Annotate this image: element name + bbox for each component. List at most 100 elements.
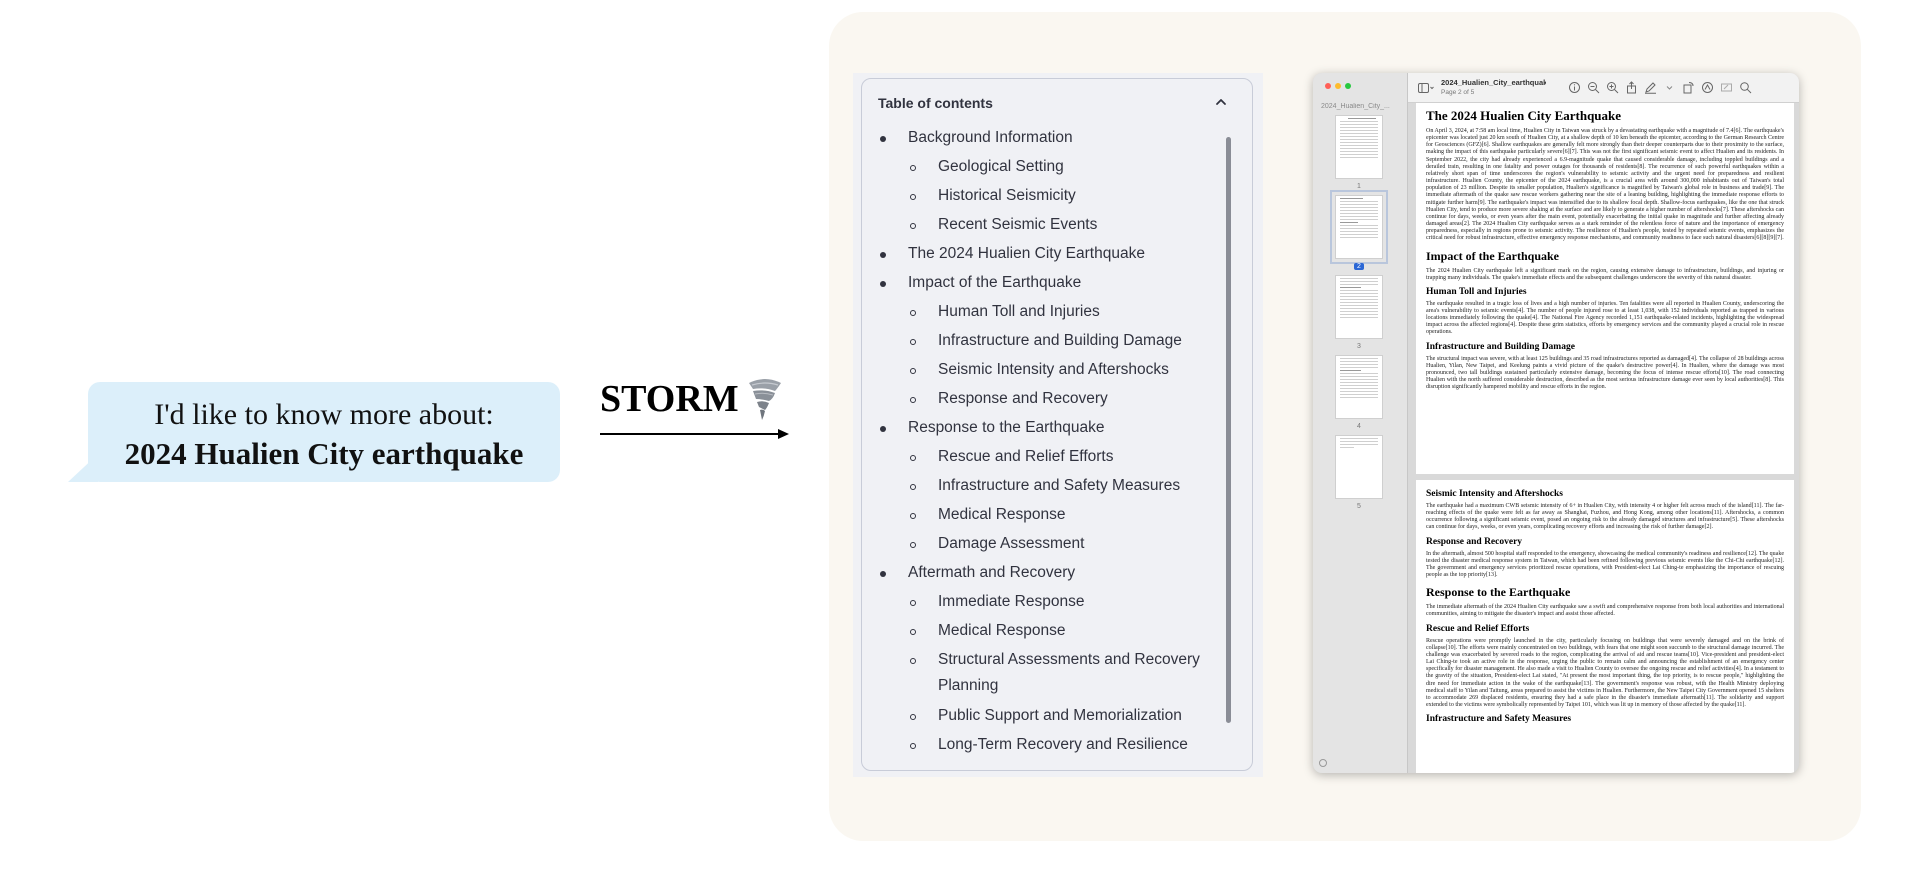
bullet-icon [910, 513, 916, 519]
bullet-icon [910, 165, 916, 171]
sidebar-toggle-icon[interactable] [1418, 83, 1434, 93]
sidebar-file-name: 2024_Hualien_City_... [1321, 103, 1390, 110]
markup-pen-icon[interactable] [1644, 81, 1657, 94]
paragraph: The immediate aftermath of the 2024 Hual… [1426, 604, 1784, 618]
toc-subsection-item[interactable]: Recent Seismic Events [862, 210, 1232, 239]
bullet-icon [880, 252, 886, 258]
form-icon[interactable] [1720, 81, 1733, 94]
page-thumbnail-2[interactable] [1330, 190, 1388, 264]
paragraph: The earthquake had a maximum CWB seismic… [1426, 503, 1784, 531]
paragraph: In the aftermath, almost 500 hospital st… [1426, 550, 1784, 579]
toc-item-label: Medical Response [938, 506, 1066, 523]
toc-item-label: Background Information [908, 129, 1073, 146]
subsection-heading: Response and Recovery [1426, 536, 1523, 547]
toc-subsection-item[interactable]: Public Support and Memorialization [862, 701, 1232, 730]
toc-subsection-item[interactable]: Medical Response [862, 500, 1232, 529]
section-heading: Impact of the Earthquake [1426, 248, 1560, 263]
paragraph: On April 3, 2024, at 7:58 am local time,… [1426, 128, 1784, 242]
toc-subsection-item[interactable]: Infrastructure and Safety Measures [862, 471, 1232, 500]
toc-subsection-item[interactable]: Rescue and Relief Efforts [862, 442, 1232, 471]
toc-subsection-item[interactable]: Structural Assessments and Recovery Plan… [862, 645, 1232, 701]
subsection-heading: Infrastructure and Building Damage [1426, 341, 1575, 352]
chevron-down-icon[interactable] [1663, 81, 1676, 94]
subsection-heading: Rescue and Relief Efforts [1426, 623, 1530, 634]
zoom-out-icon[interactable] [1587, 81, 1600, 94]
toc-section-item[interactable]: Response to the Earthquake [862, 413, 1232, 442]
page-thumbnail-4[interactable] [1335, 355, 1383, 419]
search-icon[interactable] [1739, 81, 1752, 94]
arrow-right [600, 429, 789, 439]
toc-section-item[interactable]: The 2024 Hualien City Earthquake [862, 239, 1232, 268]
toc-item-label: Aftermath and Recovery [908, 564, 1076, 581]
toc-subsection-item[interactable]: Human Toll and Injuries [862, 297, 1232, 326]
toc-item-label: Seismic Intensity and Aftershocks [938, 361, 1169, 378]
bullet-icon [910, 368, 916, 374]
toc-section-item[interactable]: Impact of the Earthquake [862, 268, 1232, 297]
table-of-contents: Table of contents Background Information… [861, 78, 1253, 771]
paragraph: The structural impact was severe, with a… [1426, 355, 1784, 391]
thumbnail-number: 4 [1357, 423, 1361, 430]
bullet-icon [910, 714, 916, 720]
thumbnail-number: 3 [1357, 343, 1361, 350]
toc-item-label: The 2024 Hualien City Earthquake [908, 245, 1145, 262]
page-indicator: Page 2 of 5 [1441, 89, 1475, 96]
prompt-bubble: I'd like to know more about: 2024 Hualie… [68, 382, 560, 482]
share-icon[interactable] [1625, 81, 1638, 94]
thumbnail-number: 5 [1357, 503, 1361, 510]
pdf-page: The 2024 Hualien City Earthquake On Apri… [1416, 103, 1794, 474]
section-heading: The 2024 Hualien City Earthquake [1426, 108, 1622, 123]
paragraph: The earthquake resulted in a tragic loss… [1426, 300, 1784, 336]
toc-scrollbar[interactable] [1226, 137, 1231, 723]
toc-title: Table of contents [878, 95, 993, 111]
toc-subsection-item[interactable]: Seismic Intensity and Aftershocks [862, 355, 1232, 384]
prompt-topic: 2024 Hualien City earthquake [124, 436, 524, 471]
pdf-page: Seismic Intensity and Aftershocks The ea… [1416, 480, 1794, 773]
toc-section-item[interactable]: Aftermath and Recovery [862, 558, 1232, 587]
toc-subsection-item[interactable]: Immediate Response [862, 587, 1232, 616]
sidebar-options-icon[interactable] [1319, 759, 1327, 767]
section-heading: Response to the Earthquake [1426, 585, 1571, 600]
bullet-icon [910, 194, 916, 200]
zoom-in-icon[interactable] [1606, 81, 1619, 94]
highlight-icon[interactable] [1701, 81, 1714, 94]
toc-item-label: Medical Response [938, 622, 1066, 639]
thumbnail-number-label: 2 [1354, 263, 1364, 270]
toc-item-label: Structural Assessments and Recovery Plan… [938, 651, 1200, 694]
zoom-dot[interactable] [1345, 83, 1351, 89]
info-icon[interactable] [1568, 81, 1581, 94]
toc-subsection-item[interactable]: Long-Term Recovery and Resilience [862, 730, 1232, 759]
bullet-icon [910, 223, 916, 229]
toc-item-label: Historical Seismicity [938, 187, 1076, 204]
subsection-heading: Infrastructure and Safety Measures [1426, 714, 1572, 725]
toc-subsection-item[interactable]: Geological Setting [862, 152, 1232, 181]
toc-subsection-item[interactable]: Medical Response [862, 616, 1232, 645]
bullet-icon [880, 281, 886, 287]
storm-text: STORM [600, 378, 739, 420]
bullet-icon [910, 658, 916, 664]
page-thumbnail-3[interactable] [1335, 275, 1383, 339]
toc-item-label: Impact of the Earthquake [908, 274, 1082, 291]
toc-section-item[interactable]: Background Information [862, 123, 1232, 152]
toc-subsection-item[interactable]: Infrastructure and Building Damage [862, 326, 1232, 355]
close-dot[interactable] [1325, 83, 1331, 89]
bullet-icon [880, 136, 886, 142]
chevron-up-icon[interactable] [1214, 95, 1228, 109]
rotate-icon[interactable] [1682, 81, 1695, 94]
bullet-icon [910, 600, 916, 606]
toc-subsection-item[interactable]: Response and Recovery [862, 384, 1232, 413]
pdf-sidebar: 2024_Hualien_City_... 1 2 3 4 5 [1313, 73, 1408, 773]
bullet-icon [880, 426, 886, 432]
window-controls [1325, 83, 1351, 89]
toc-item-label: Geological Setting [938, 158, 1064, 175]
page-thumbnail-5[interactable] [1335, 435, 1383, 499]
bullet-icon [910, 484, 916, 490]
storm-label: STORM [600, 377, 783, 421]
toc-subsection-item[interactable]: Damage Assessment [862, 529, 1232, 558]
toc-subsection-item[interactable]: Historical Seismicity [862, 181, 1232, 210]
thumbnail-number: 1 [1357, 183, 1361, 190]
page-thumbnail-1[interactable] [1335, 115, 1383, 179]
toc-item-label: Response to the Earthquake [908, 419, 1105, 436]
minimize-dot[interactable] [1335, 83, 1341, 89]
toc-item-label: Damage Assessment [938, 535, 1085, 552]
toc-item-label: Human Toll and Injuries [938, 303, 1100, 320]
